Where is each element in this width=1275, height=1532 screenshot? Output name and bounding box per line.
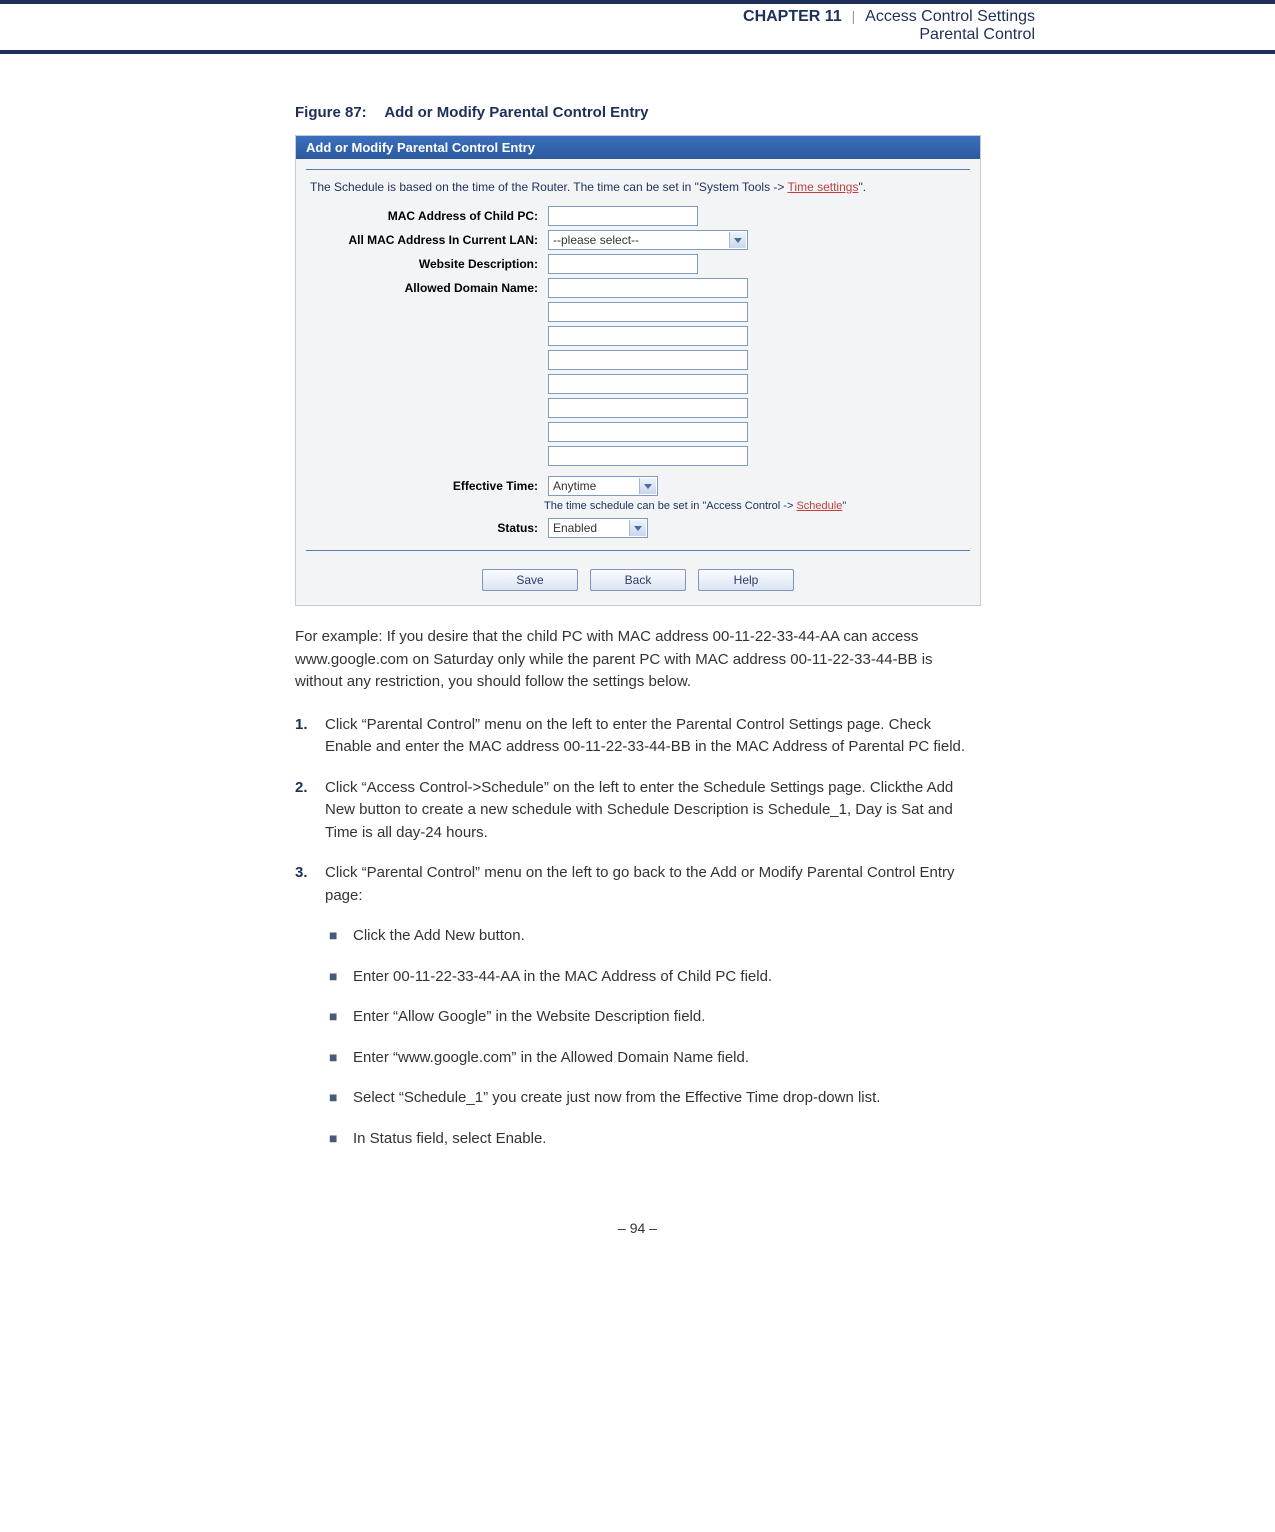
sub-item: ■ Select “Schedule_1” you create just no… — [329, 1087, 980, 1110]
select-status-value: Enabled — [553, 521, 597, 535]
step-3: 3. Click “Parental Control” menu on the … — [295, 862, 980, 907]
row-mac-child: MAC Address of Child PC: — [296, 204, 980, 228]
row-domain-7 — [296, 420, 980, 444]
step-2: 2. Click “Access Control->Schedule” on t… — [295, 777, 980, 845]
sub-item: ■ Enter 00-11-22-33-44-AA in the MAC Add… — [329, 966, 980, 989]
figure-number: Figure 87: — [295, 104, 367, 121]
page-footer: – 94 – — [0, 1220, 1275, 1256]
bullet-icon: ■ — [329, 1047, 353, 1070]
bullet-icon: ■ — [329, 1006, 353, 1029]
select-effective-time-value: Anytime — [553, 479, 596, 493]
step-1: 1. Click “Parental Control” menu on the … — [295, 714, 980, 759]
header-subtitle: Parental Control — [919, 26, 1035, 43]
panel-divider-top — [306, 169, 970, 170]
row-domain-6 — [296, 396, 980, 420]
step-number: 1. — [295, 714, 325, 759]
sub-text: Enter 00-11-22-33-44-AA in the MAC Addre… — [353, 966, 980, 989]
bullet-icon: ■ — [329, 925, 353, 948]
row-domain-3 — [296, 324, 980, 348]
select-all-mac[interactable]: --please select-- — [548, 230, 748, 250]
sub-item: ■ In Status field, select Enable. — [329, 1128, 980, 1151]
step-number: 2. — [295, 777, 325, 845]
row-domain-4 — [296, 348, 980, 372]
header-title: Access Control Settings — [865, 8, 1035, 25]
bullet-icon: ■ — [329, 1128, 353, 1151]
figure-title: Add or Modify Parental Control Entry — [384, 104, 648, 121]
sub-text: Click the Add New button. — [353, 925, 980, 948]
label-allowed-domain: Allowed Domain Name: — [310, 281, 548, 295]
panel-note-prefix: The Schedule is based on the time of the… — [310, 180, 788, 194]
sub-text: Select “Schedule_1” you create just now … — [353, 1087, 980, 1110]
sub-item: ■ Enter “Allow Google” in the Website De… — [329, 1006, 980, 1029]
row-website-desc: Website Description: — [296, 252, 980, 276]
step-number: 3. — [295, 862, 325, 907]
button-row: Save Back Help — [296, 557, 980, 605]
row-domain-2 — [296, 300, 980, 324]
select-effective-time[interactable]: Anytime — [548, 476, 658, 496]
step-text: Click “Parental Control” menu on the lef… — [325, 714, 980, 759]
label-effective-time: Effective Time: — [310, 479, 548, 493]
row-domain-1: Allowed Domain Name: — [296, 276, 980, 300]
input-domain-6[interactable] — [548, 398, 748, 418]
label-all-mac: All MAC Address In Current LAN: — [310, 233, 548, 247]
chapter-label: CHAPTER 11 — [743, 8, 842, 25]
intro-paragraph: For example: If you desire that the chil… — [295, 626, 980, 694]
effective-time-hint: The time schedule can be set in "Access … — [296, 498, 980, 516]
hint-prefix: The time schedule can be set in "Access … — [544, 500, 796, 512]
label-status: Status: — [310, 521, 548, 535]
time-settings-link[interactable]: Time settings — [788, 180, 859, 194]
panel-title: Add or Modify Parental Control Entry — [296, 136, 980, 159]
body-text: For example: If you desire that the chil… — [295, 626, 980, 1150]
chevron-down-icon — [729, 232, 746, 248]
help-button[interactable]: Help — [698, 569, 794, 591]
input-domain-4[interactable] — [548, 350, 748, 370]
panel-divider-bottom — [306, 550, 970, 551]
input-domain-8[interactable] — [548, 446, 748, 466]
sub-text: Enter “www.google.com” in the Allowed Do… — [353, 1047, 980, 1070]
input-domain-1[interactable] — [548, 278, 748, 298]
sub-item: ■ Enter “www.google.com” in the Allowed … — [329, 1047, 980, 1070]
chevron-down-icon — [629, 520, 646, 536]
input-domain-2[interactable] — [548, 302, 748, 322]
row-effective-time: Effective Time: Anytime — [296, 474, 980, 498]
sub-text: In Status field, select Enable. — [353, 1128, 980, 1151]
back-button[interactable]: Back — [590, 569, 686, 591]
bullet-icon: ■ — [329, 966, 353, 989]
select-all-mac-value: --please select-- — [553, 233, 639, 247]
input-domain-7[interactable] — [548, 422, 748, 442]
row-status: Status: Enabled — [296, 516, 980, 540]
row-domain-8 — [296, 444, 980, 468]
hint-suffix: " — [842, 500, 846, 512]
chevron-down-icon — [639, 478, 656, 494]
input-mac-child[interactable] — [548, 206, 698, 226]
header-rule — [0, 50, 1275, 54]
header-separator: | — [852, 8, 856, 24]
page-header: CHAPTER 11 | Access Control Settings Par… — [0, 0, 1275, 48]
figure-caption: Figure 87: Add or Modify Parental Contro… — [295, 104, 980, 121]
sub-item: ■ Click the Add New button. — [329, 925, 980, 948]
panel-note: The Schedule is based on the time of the… — [296, 176, 980, 204]
row-all-mac: All MAC Address In Current LAN: --please… — [296, 228, 980, 252]
bullet-icon: ■ — [329, 1087, 353, 1110]
input-domain-3[interactable] — [548, 326, 748, 346]
input-website-desc[interactable] — [548, 254, 698, 274]
step-text: Click “Parental Control” menu on the lef… — [325, 862, 980, 907]
label-mac-child: MAC Address of Child PC: — [310, 209, 548, 223]
step-text: Click “Access Control->Schedule” on the … — [325, 777, 980, 845]
save-button[interactable]: Save — [482, 569, 578, 591]
label-website-desc: Website Description: — [310, 257, 548, 271]
input-domain-5[interactable] — [548, 374, 748, 394]
panel-note-suffix: ". — [858, 180, 866, 194]
parental-control-panel: Add or Modify Parental Control Entry The… — [295, 135, 981, 606]
schedule-link[interactable]: Schedule — [796, 500, 842, 512]
select-status[interactable]: Enabled — [548, 518, 648, 538]
sub-text: Enter “Allow Google” in the Website Desc… — [353, 1006, 980, 1029]
row-domain-5 — [296, 372, 980, 396]
